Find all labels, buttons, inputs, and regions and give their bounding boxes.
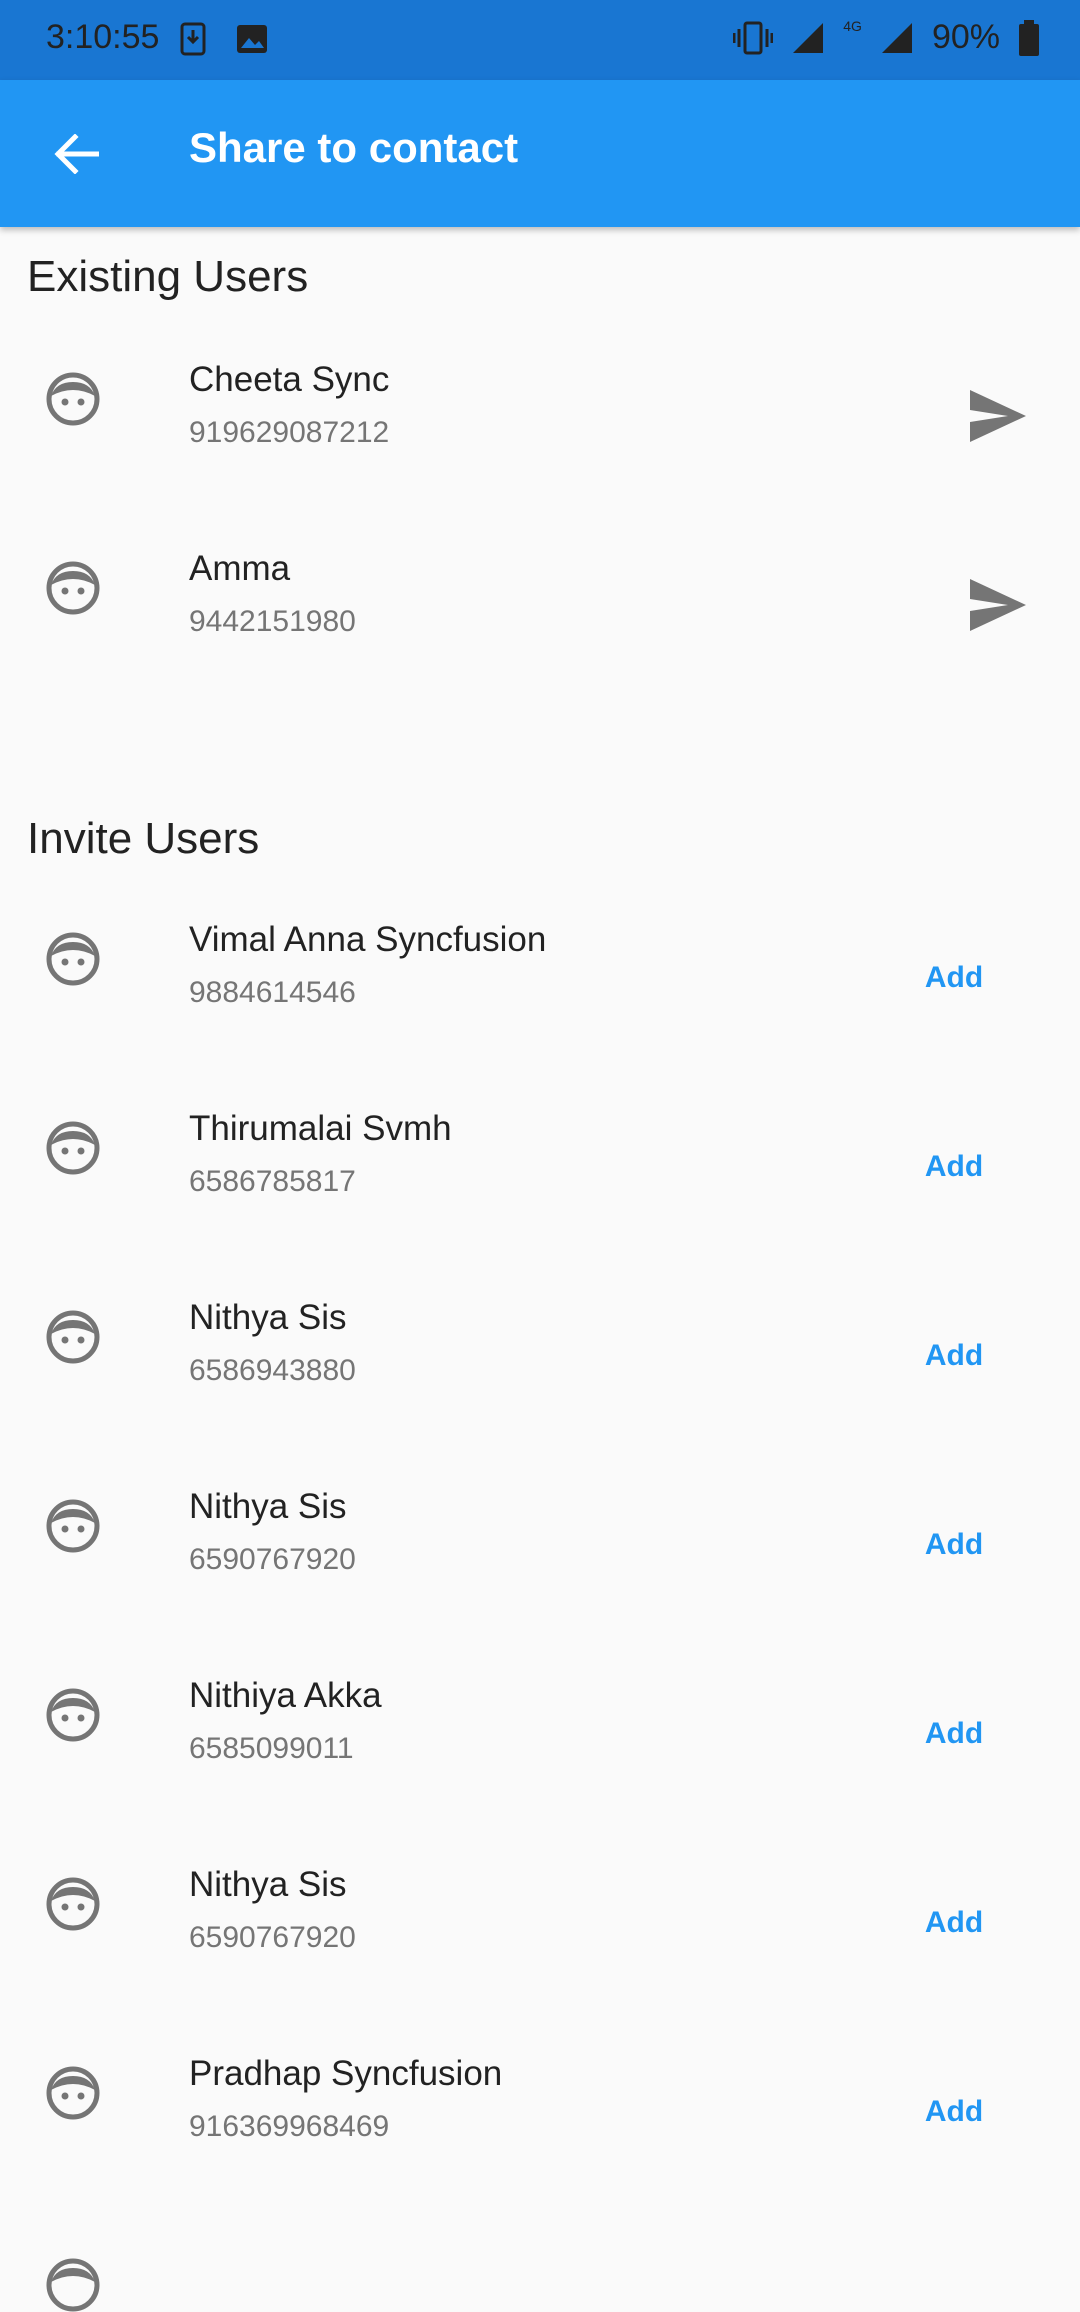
face-icon [46,1688,100,1742]
invite-user-row[interactable]: Thirumalai Svmh 6586785817 Add [0,1081,1080,1270]
contact-name: Cheeta Sync [189,360,390,399]
network-type: 4G [843,17,862,34]
existing-user-row[interactable]: Amma 9442151980 [0,521,1080,710]
contact-phone: 919629087212 [189,416,390,449]
add-button[interactable]: Add [900,948,1008,1008]
signal-4g-icon [881,22,912,53]
face-icon [46,2258,100,2312]
contact-name: Pradhap Syncfusion [189,2054,503,2093]
contact-phone: 9442151980 [189,605,356,638]
invite-user-row[interactable]: Nithiya Akka 6585099011 Add [0,1648,1080,1837]
image-icon [237,25,267,53]
download-icon [180,22,206,56]
send-icon[interactable] [968,577,1028,633]
status-time: 3:10:55 [46,18,160,56]
contact-phone: 6585099011 [189,1732,354,1765]
contact-phone: 9884614546 [189,976,356,1009]
contact-name: Nithya Sis [189,1487,347,1526]
send-icon[interactable] [968,388,1028,444]
face-icon [46,1877,100,1931]
contact-name: Thirumalai Svmh [189,1109,452,1148]
add-button[interactable]: Add [900,2082,1008,2142]
face-icon [46,1310,100,1364]
contact-phone: 6586943880 [189,1354,356,1387]
face-icon [46,932,100,986]
contact-name: Nithya Sis [189,1298,347,1337]
status-left-icons [180,22,268,56]
face-icon [46,2066,100,2120]
contact-name: Vimal Anna Syncfusion [189,920,547,959]
contact-name: Nithiya Akka [189,1676,382,1715]
add-button[interactable]: Add [900,1704,1008,1764]
contact-phone: 6590767920 [189,1543,356,1576]
contact-name: Nithya Sis [189,1865,347,1904]
face-icon [46,561,100,615]
battery-icon [1019,19,1039,56]
existing-user-row[interactable]: Cheeta Sync 919629087212 [0,332,1080,521]
vibrate-icon [733,21,774,54]
add-button[interactable]: Add [900,1326,1008,1386]
existing-users-title: Existing Users [27,252,309,301]
contact-name: Amma [189,549,291,588]
battery-percent: 90% [931,18,1000,56]
arrow-back-icon [54,134,99,174]
invite-user-row[interactable]: Vimal Anna Syncfusion 9884614546 Add [0,892,1080,1081]
page-title: Share to contact [189,124,519,171]
add-button[interactable]: Add [900,1893,1008,1953]
status-bar: 3:10:55 4G 90% [0,0,1080,80]
invite-user-row[interactable]: Pradhap Syncfusion 916369968469 Add [0,2026,1080,2215]
contact-phone: 6586785817 [189,1165,356,1198]
app-bar: Share to contact [0,80,1080,227]
add-button[interactable]: Add [900,1137,1008,1197]
face-icon [46,1121,100,1175]
invite-user-row[interactable]: Nithya Sis 6586943880 Add [0,1270,1080,1459]
invite-users-title: Invite Users [27,814,260,863]
back-button[interactable] [40,118,112,190]
invite-user-row[interactable]: Nithya Sis 6590767920 Add [0,1459,1080,1648]
invite-user-row[interactable]: Nithya Sis 6590767920 Add [0,1837,1080,2026]
face-icon [46,372,100,426]
status-right-icons: 4G 90% [733,18,1040,57]
face-icon [46,1499,100,1553]
contact-phone: 916369968469 [189,2110,390,2143]
add-button[interactable]: Add [900,1515,1008,1575]
contact-phone: 6590767920 [189,1921,356,1954]
signal-icon [793,22,824,53]
